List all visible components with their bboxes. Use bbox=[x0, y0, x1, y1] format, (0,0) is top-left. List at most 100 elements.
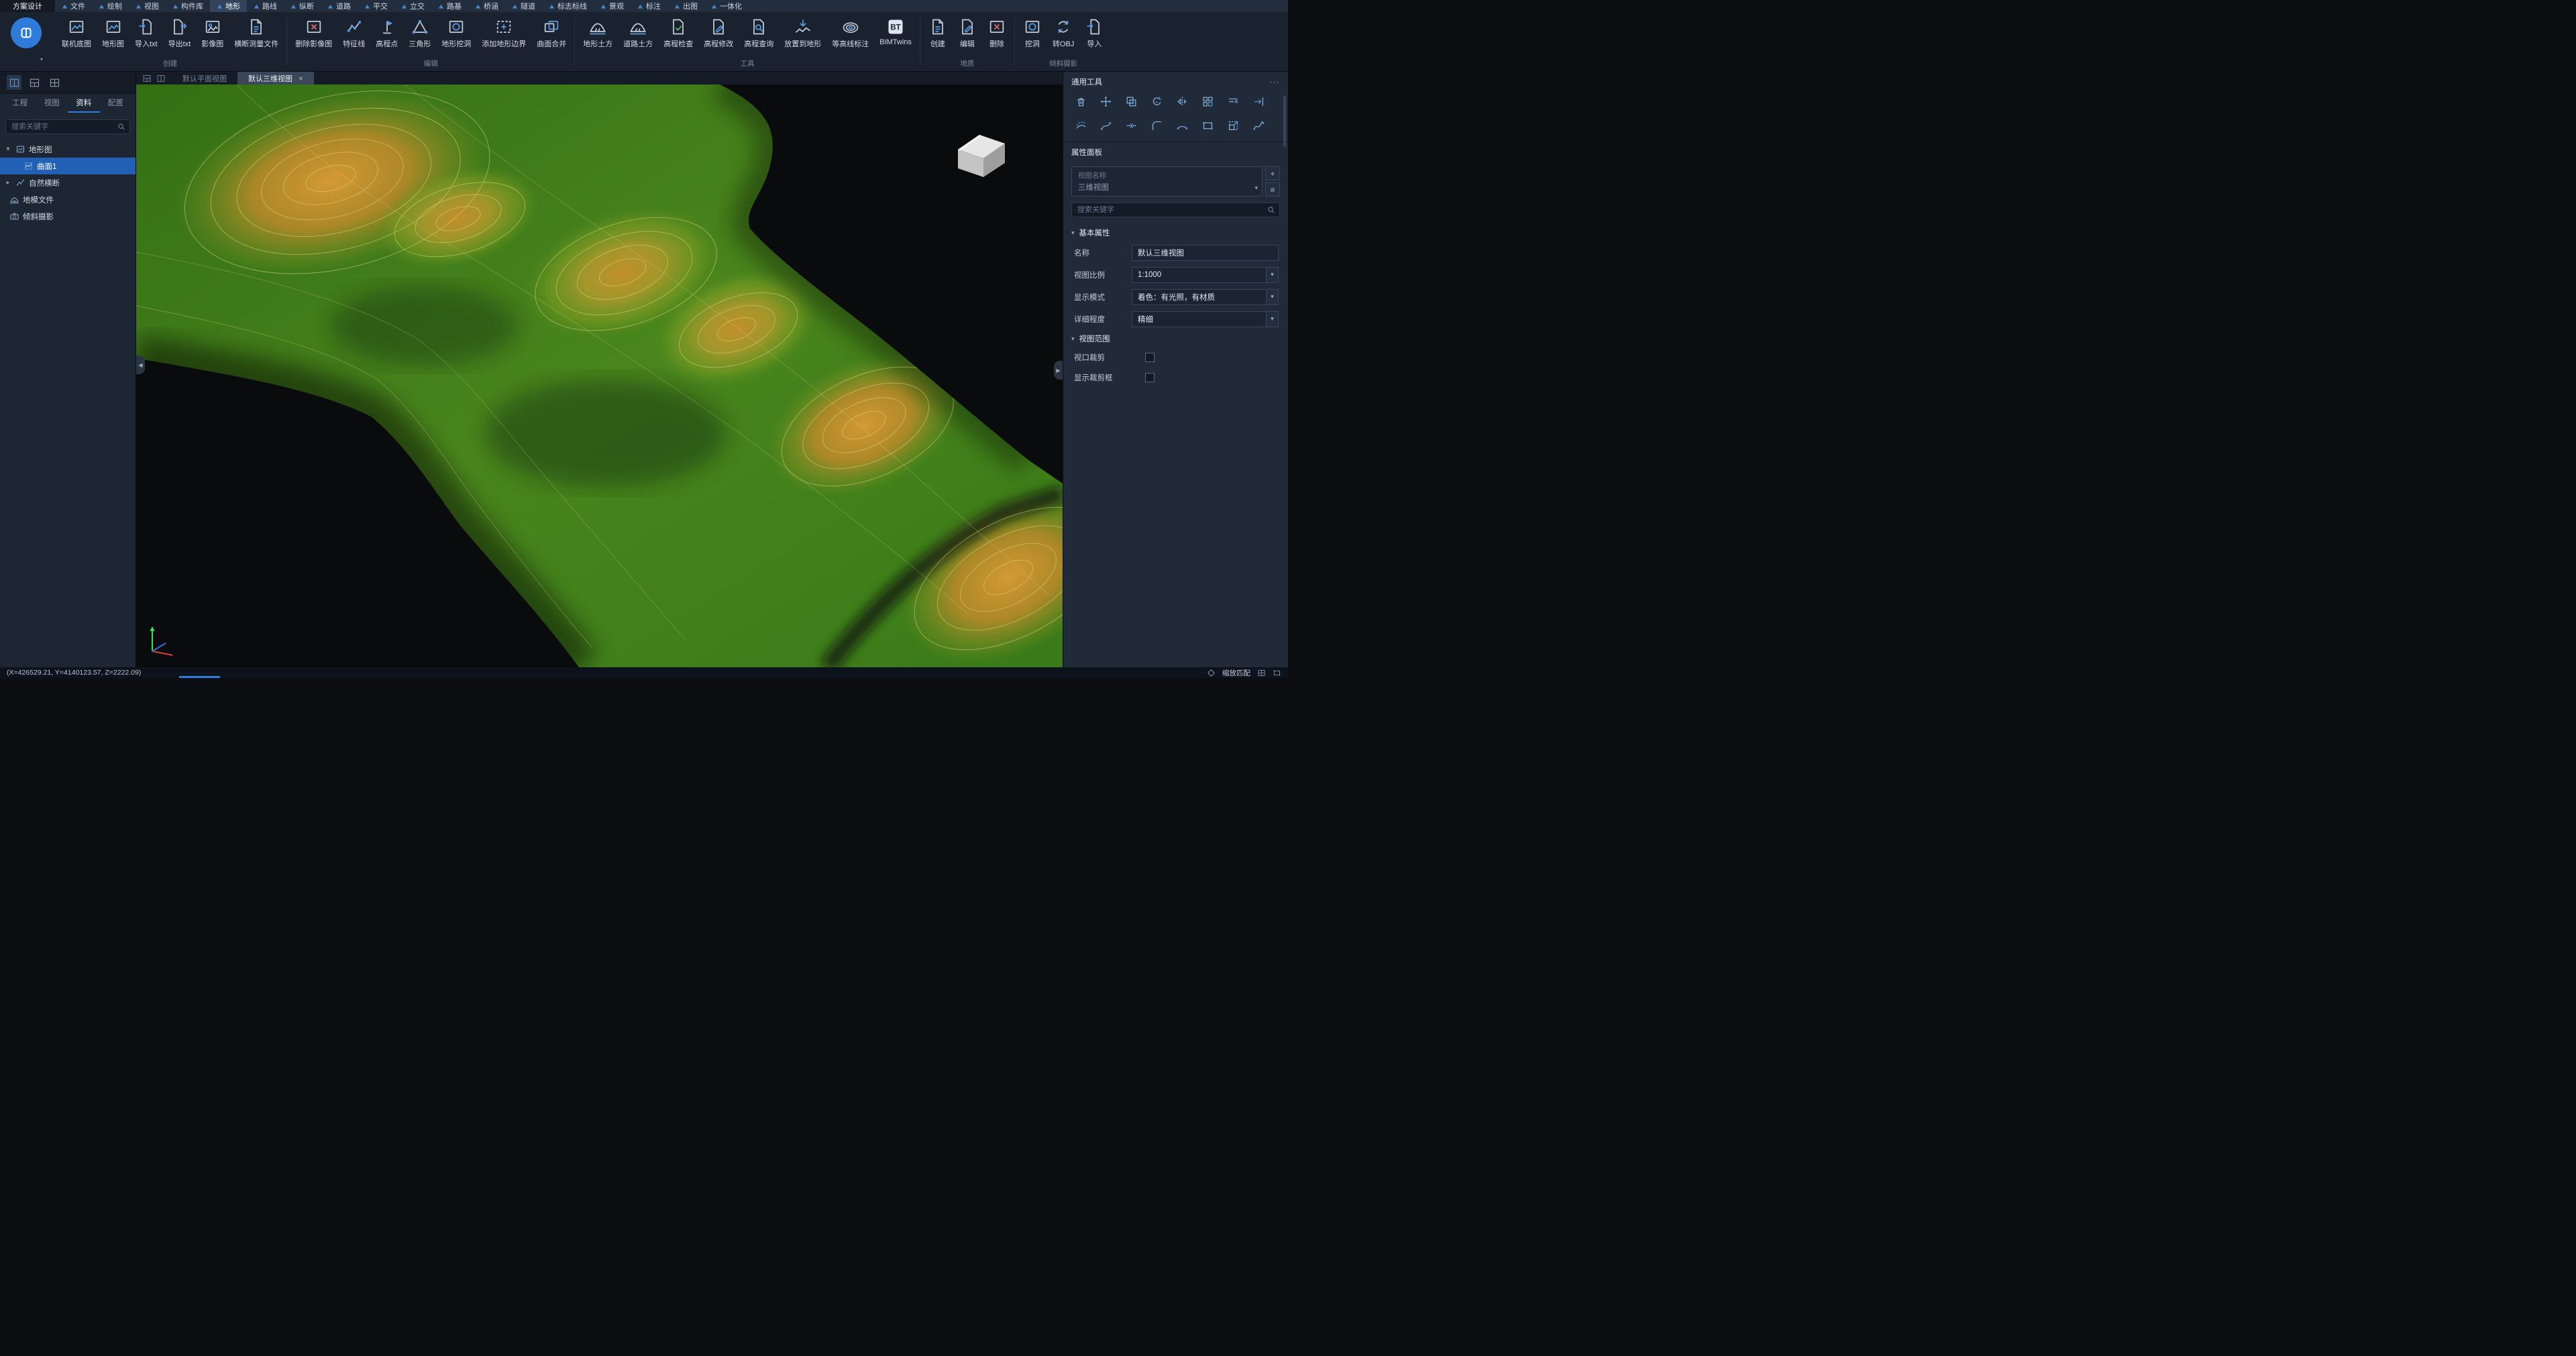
chevron-down-icon[interactable]: ▾ bbox=[1266, 312, 1278, 327]
triangle-button[interactable]: 三角形 bbox=[403, 14, 436, 49]
image-map-button[interactable]: 影像图 bbox=[196, 14, 229, 49]
menu-item-component-lib[interactable]: 构件库 bbox=[166, 0, 210, 12]
arc-icon[interactable] bbox=[1175, 117, 1191, 133]
road-earthwork-button[interactable]: 道路土方 bbox=[618, 14, 658, 49]
move-icon[interactable] bbox=[1098, 93, 1114, 109]
view-name-combo[interactable]: 视图名称 三维视图 ▾ bbox=[1071, 166, 1263, 196]
menu-item-subgrade[interactable]: 路基 bbox=[431, 0, 468, 12]
tab-config[interactable]: 配置 bbox=[100, 94, 132, 113]
tree-item-oblique-photo[interactable]: 倾斜摄影 bbox=[0, 208, 136, 225]
place-on-terrain-button[interactable]: 放置到地形 bbox=[779, 14, 826, 49]
copy-icon[interactable] bbox=[1124, 93, 1140, 109]
view-list-button[interactable]: ≡ bbox=[1265, 182, 1280, 196]
menu-item-tunnel[interactable]: 隧道 bbox=[505, 0, 542, 12]
grid-snap-icon[interactable] bbox=[1257, 669, 1266, 677]
tab-views[interactable]: 视图 bbox=[36, 94, 68, 113]
break-icon[interactable] bbox=[1124, 117, 1140, 133]
feature-line-button[interactable]: 特征线 bbox=[337, 14, 370, 49]
array-icon[interactable] bbox=[1199, 93, 1216, 109]
terrain-render[interactable] bbox=[136, 84, 1063, 667]
property-search-input[interactable] bbox=[1071, 203, 1280, 217]
tab-default-3d-view[interactable]: 默认三维视图 × bbox=[237, 72, 314, 84]
viewport-clip-checkbox[interactable] bbox=[1145, 353, 1155, 362]
viewport-split-icon[interactable] bbox=[142, 74, 152, 83]
tools-scrollbar[interactable] bbox=[1283, 96, 1286, 147]
fillet-icon[interactable] bbox=[1149, 117, 1165, 133]
menu-item-file[interactable]: 文件 bbox=[55, 0, 92, 12]
more-options-icon[interactable]: ··· bbox=[1270, 77, 1280, 87]
elevation-point-button[interactable]: 高程点 bbox=[370, 14, 403, 49]
mirror-icon[interactable] bbox=[1175, 93, 1191, 109]
zoom-fit-icon[interactable] bbox=[1207, 669, 1216, 677]
viewport-maximize-icon[interactable] bbox=[156, 74, 166, 83]
cross-section-file-button[interactable]: 横断测量文件 bbox=[229, 14, 284, 49]
menu-item-route[interactable]: 路线 bbox=[247, 0, 284, 12]
rect-select-icon[interactable] bbox=[1199, 117, 1216, 133]
tab-default-plan-view[interactable]: 默认平面视图 bbox=[172, 72, 237, 84]
menu-item-signs-markings[interactable]: 标志标线 bbox=[542, 0, 594, 12]
collapse-right-panel-handle[interactable]: ▶ bbox=[1054, 361, 1063, 380]
section-view-range[interactable]: ▾ 视图范围 bbox=[1063, 330, 1288, 347]
selection-box-icon[interactable] bbox=[1273, 669, 1281, 677]
bimtwins-button[interactable]: BIMTwins bbox=[874, 14, 917, 46]
online-basemap-button[interactable]: 联机底图 bbox=[56, 14, 97, 49]
edit-geology-button[interactable]: 编辑 bbox=[953, 14, 982, 49]
menu-item-draw[interactable]: 绘制 bbox=[92, 0, 129, 12]
layout-split-button[interactable] bbox=[27, 75, 42, 90]
layout-single-button[interactable] bbox=[7, 75, 21, 90]
display-mode-select[interactable]: 着色：有光照，有材质 ▾ bbox=[1132, 289, 1279, 305]
elevation-edit-button[interactable]: 高程修改 bbox=[698, 14, 739, 49]
import-oblique-button[interactable]: 导入 bbox=[1079, 14, 1109, 49]
chevron-down-icon[interactable]: ▾ bbox=[1254, 184, 1258, 192]
collapse-left-panel-handle[interactable]: ◀ bbox=[136, 355, 145, 374]
logo-dropdown-icon[interactable]: ▾ bbox=[40, 56, 43, 62]
rotate-icon[interactable] bbox=[1149, 93, 1165, 109]
tab-project[interactable]: 工程 bbox=[4, 94, 36, 113]
create-geology-button[interactable]: 创建 bbox=[923, 14, 953, 49]
extend-icon[interactable] bbox=[1250, 93, 1267, 109]
scale-icon[interactable] bbox=[1225, 117, 1241, 133]
menu-item-interchange[interactable]: 立交 bbox=[394, 0, 431, 12]
menu-item-landscape[interactable]: 景观 bbox=[594, 0, 631, 12]
dig-hole-button[interactable]: 挖洞 bbox=[1018, 14, 1047, 49]
close-tab-icon[interactable]: × bbox=[299, 74, 303, 83]
elevation-query-button[interactable]: 高程查询 bbox=[739, 14, 779, 49]
menu-item-annotation[interactable]: 标注 bbox=[631, 0, 667, 12]
delete-geology-button[interactable]: 删除 bbox=[982, 14, 1012, 49]
delete-image-button[interactable]: 删除影像图 bbox=[290, 14, 337, 49]
app-logo-button[interactable] bbox=[11, 17, 42, 48]
tree-item-terrain-model-file[interactable]: 地模文件 bbox=[0, 191, 136, 208]
name-field[interactable]: 默认三维视图 bbox=[1132, 245, 1279, 261]
menu-item-integration[interactable]: 一体化 bbox=[704, 0, 749, 12]
chevron-down-icon[interactable]: ▾ bbox=[1266, 268, 1278, 282]
3d-viewport[interactable]: ◀ ▶ bbox=[136, 84, 1063, 667]
menu-item-view[interactable]: 视图 bbox=[129, 0, 166, 12]
spline-icon[interactable] bbox=[1250, 117, 1267, 133]
axis-gizmo[interactable] bbox=[143, 623, 175, 659]
menu-item-profile[interactable]: 纵断 bbox=[284, 0, 321, 12]
tree-item-surface1[interactable]: 曲面1 bbox=[0, 158, 136, 174]
import-txt-button[interactable]: 导入txt bbox=[129, 14, 163, 49]
trim-icon[interactable] bbox=[1225, 93, 1241, 109]
convert-obj-button[interactable]: 转OBJ bbox=[1047, 14, 1079, 49]
elevation-check-button[interactable]: 高程检查 bbox=[658, 14, 698, 49]
menu-item-plot[interactable]: 出图 bbox=[667, 0, 704, 12]
menu-item-at-grade[interactable]: 平交 bbox=[358, 0, 394, 12]
tab-data[interactable]: 资料 bbox=[68, 94, 100, 113]
left-search-input[interactable] bbox=[5, 119, 130, 134]
menu-item-terrain[interactable]: 地形 bbox=[210, 0, 247, 12]
export-txt-button[interactable]: 导出txt bbox=[163, 14, 197, 49]
expander-down-icon[interactable]: ▾ bbox=[4, 146, 12, 153]
delete-icon[interactable] bbox=[1073, 93, 1089, 109]
tree-item-terrain-group[interactable]: ▾ 地形图 bbox=[0, 141, 136, 158]
contour-label-button[interactable]: 等高线标注 bbox=[826, 14, 874, 49]
add-terrain-boundary-button[interactable]: 添加地形边界 bbox=[476, 14, 531, 49]
menu-item-road[interactable]: 道路 bbox=[321, 0, 358, 12]
surface-merge-button[interactable]: 曲面合并 bbox=[531, 14, 572, 49]
layout-quad-button[interactable] bbox=[47, 75, 62, 90]
detail-level-select[interactable]: 精细 ▾ bbox=[1132, 311, 1279, 327]
offset-icon[interactable] bbox=[1073, 117, 1089, 133]
tree-item-natural-section[interactable]: ▸ 自然横断 bbox=[0, 174, 136, 191]
show-clip-box-checkbox[interactable] bbox=[1145, 373, 1155, 382]
menu-item-bridge-culvert[interactable]: 桥涵 bbox=[468, 0, 505, 12]
